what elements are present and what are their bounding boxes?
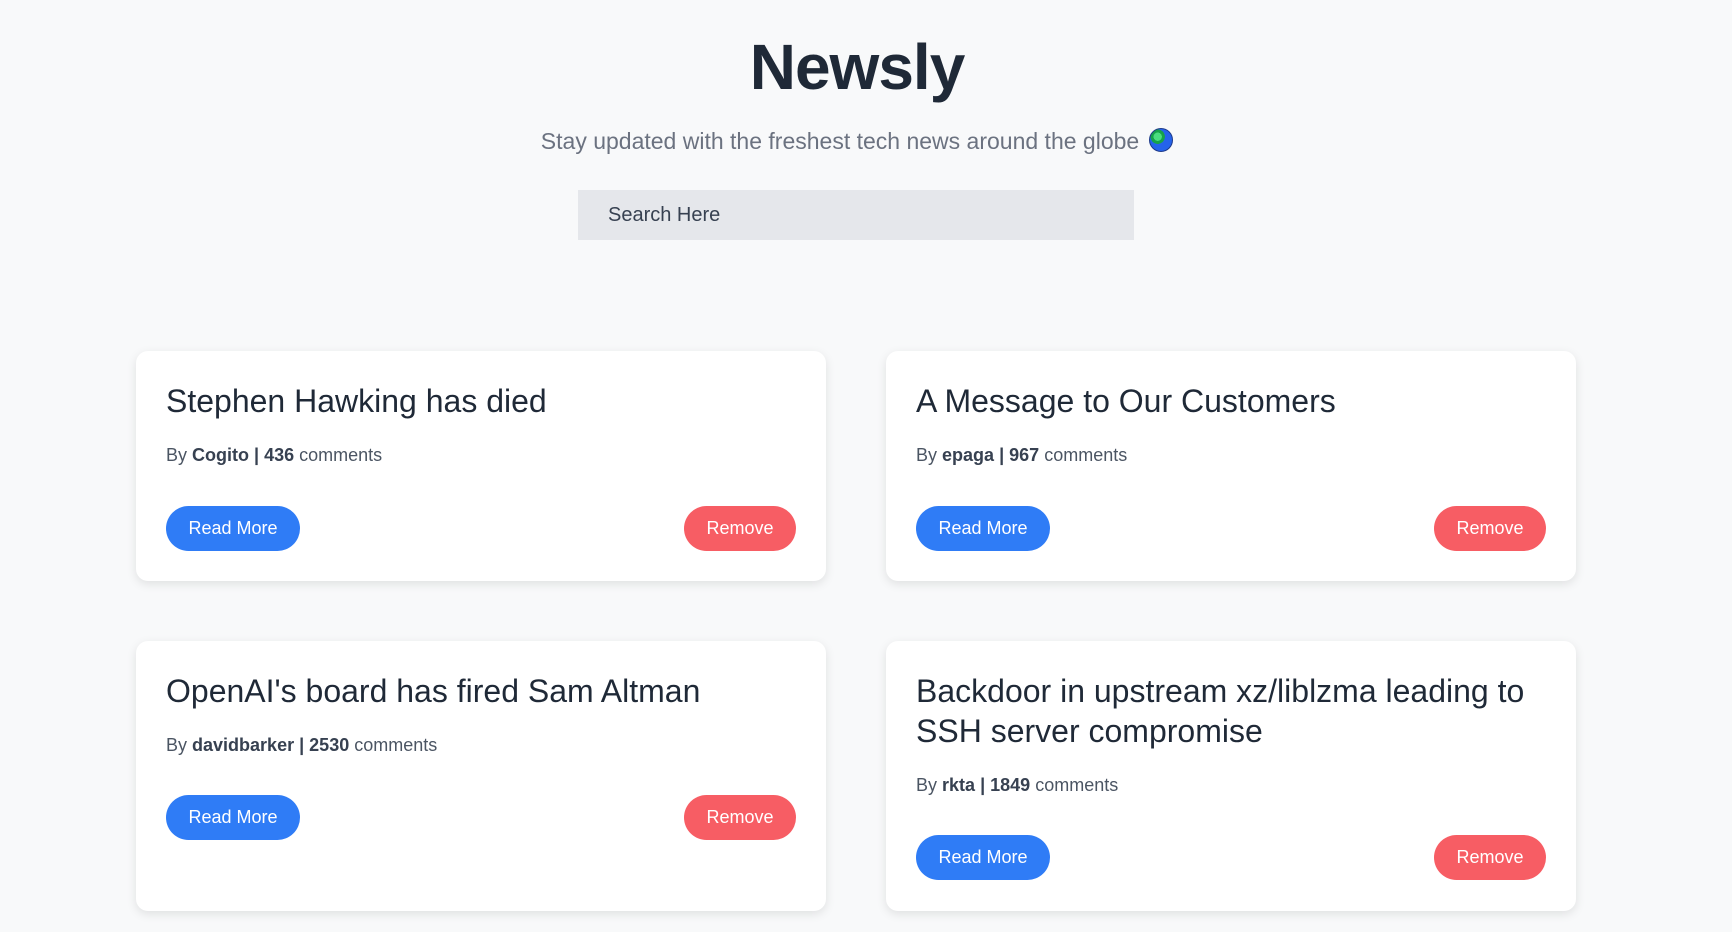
card-title: OpenAI's board has fired Sam Altman — [166, 673, 701, 709]
by-label: By — [916, 445, 938, 465]
news-card: A Message to Our Customers By epaga | 96… — [886, 351, 1576, 581]
remove-button[interactable]: Remove — [684, 795, 796, 840]
comments-label: comments — [1035, 775, 1119, 795]
author-name: Cogito — [192, 445, 250, 465]
comment-count: 436 — [264, 445, 295, 465]
app-title: Newsly — [749, 31, 966, 103]
by-label: By — [916, 775, 938, 795]
card-meta: By epaga | 967 comments — [916, 445, 1127, 466]
card-title: Backdoor in upstream xz/liblzma leading … — [916, 673, 1525, 749]
news-card: Backdoor in upstream xz/liblzma leading … — [886, 641, 1576, 911]
card-meta: By Cogito | 436 comments — [166, 445, 382, 466]
author-name: davidbarker — [192, 735, 295, 755]
app-subtitle: Stay updated with the freshest tech news… — [0, 128, 1714, 155]
read-more-button[interactable]: Read More — [916, 835, 1050, 880]
meta-separator: | — [299, 735, 305, 755]
read-more-button[interactable]: Read More — [166, 795, 300, 840]
by-label: By — [166, 445, 188, 465]
comment-count: 967 — [1009, 445, 1040, 465]
card-title: A Message to Our Customers — [916, 383, 1336, 419]
globe-icon — [1149, 128, 1174, 152]
read-more-button[interactable]: Read More — [916, 506, 1050, 551]
app-page: Newsly Stay updated with the freshest te… — [0, 0, 1732, 932]
card-meta: By rkta | 1849 comments — [916, 775, 1118, 796]
meta-separator: | — [999, 445, 1005, 465]
comment-count: 2530 — [309, 735, 350, 755]
subtitle-text: Stay updated with the freshest tech news… — [540, 128, 1140, 154]
comments-label: comments — [354, 735, 438, 755]
news-card: OpenAI's board has fired Sam Altman By d… — [136, 641, 826, 911]
meta-separator: | — [980, 775, 986, 795]
card-title: Stephen Hawking has died — [166, 383, 547, 419]
remove-button[interactable]: Remove — [684, 506, 796, 551]
author-name: epaga — [942, 445, 995, 465]
remove-button[interactable]: Remove — [1434, 835, 1546, 880]
by-label: By — [166, 735, 188, 755]
author-name: rkta — [942, 775, 976, 795]
news-card: Stephen Hawking has died By Cogito | 436… — [136, 351, 826, 581]
comment-count: 1849 — [990, 775, 1031, 795]
card-meta: By davidbarker | 2530 comments — [166, 735, 437, 756]
comments-label: comments — [299, 445, 383, 465]
read-more-button[interactable]: Read More — [166, 506, 300, 551]
remove-button[interactable]: Remove — [1434, 506, 1546, 551]
search-input[interactable] — [578, 190, 1134, 240]
meta-separator: | — [254, 445, 260, 465]
comments-label: comments — [1044, 445, 1128, 465]
